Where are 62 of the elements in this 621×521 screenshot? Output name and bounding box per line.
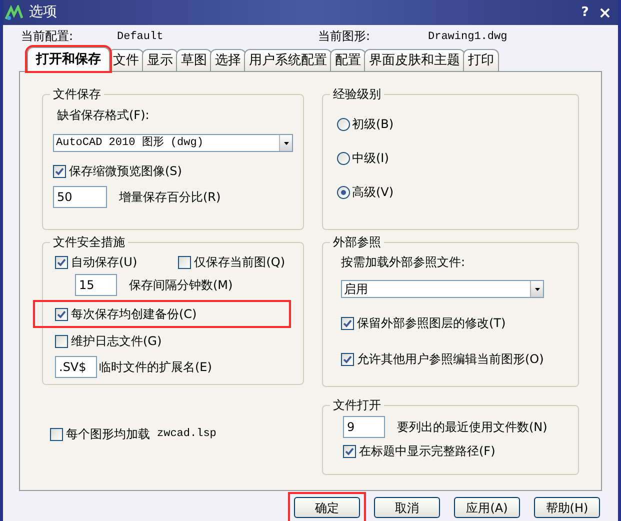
field-label: 按需加载外部参照文件:: [341, 254, 466, 271]
checkbox-label: 每个图形均加载: [66, 426, 150, 443]
group-title: 文件保存: [50, 86, 104, 102]
checkbox[interactable]: [55, 308, 68, 320]
tab[interactable]: 选择: [210, 49, 246, 71]
checkbox-label: 维护日志文件(G): [71, 333, 162, 350]
field-label: 缺省保存格式(F):: [57, 107, 150, 124]
checkbox-label: 在标题中显示完整路径(F): [359, 443, 496, 460]
checkbox[interactable]: [341, 352, 354, 366]
window-title: 选项: [29, 3, 57, 22]
checkbox[interactable]: [178, 256, 192, 268]
checkbox[interactable]: [341, 316, 354, 330]
dialog-button[interactable]: 取消: [374, 497, 440, 518]
group-title: 文件安全措施: [50, 234, 128, 250]
radio-button[interactable]: [337, 152, 350, 164]
interval-field[interactable]: 15: [75, 274, 117, 296]
field-label: 要列出的最近使用文件数(N): [397, 419, 548, 436]
percentage-field[interactable]: 50: [53, 186, 107, 208]
format-dropdown[interactable]: AutoCAD 2010 图形 (dwg): [53, 134, 293, 152]
radio-label: 初级(B): [352, 116, 394, 133]
checkbox-label: 允许其他用户参照编辑当前图形(O): [357, 351, 544, 368]
drawing-value: Drawing1.dwg: [428, 30, 508, 44]
checkbox-label: 自动保存(U): [71, 254, 138, 271]
file-name: zwcad.lsp: [157, 426, 216, 442]
tab[interactable]: 用户系统配置: [244, 49, 332, 71]
checkbox[interactable]: [50, 428, 63, 440]
dialog-button[interactable]: 确定: [294, 497, 360, 518]
checkbox[interactable]: [53, 164, 66, 178]
xref-dropdown[interactable]: 启用: [341, 280, 544, 298]
tab[interactable]: 配置: [330, 49, 366, 71]
profile-label: 当前配置:: [21, 28, 74, 45]
close-button[interactable]: ×: [594, 4, 616, 20]
dialog-button[interactable]: 帮助(H): [534, 497, 600, 518]
checkbox-label: 保留外部参照图层的修改(T): [357, 315, 506, 332]
tab[interactable]: 显示: [142, 49, 178, 71]
field-label: 临时文件的扩展名(E): [99, 359, 212, 376]
app-logo-icon: [5, 4, 23, 20]
radio-button[interactable]: [337, 118, 350, 130]
extension-field[interactable]: .SV$: [55, 356, 97, 378]
tab[interactable]: 界面皮肤和主题: [364, 49, 465, 71]
group-title: 外部参照: [330, 234, 384, 250]
tab[interactable]: 打印: [463, 49, 499, 71]
checkbox[interactable]: [55, 256, 68, 268]
radio-button[interactable]: [337, 186, 350, 198]
help-button[interactable]: ?: [576, 2, 594, 22]
tab[interactable]: 草图: [176, 49, 212, 71]
checkbox-label: 保存缩微预览图像(S): [69, 163, 182, 180]
group-title: 经验级别: [330, 86, 384, 102]
radio-label: 高级(V): [352, 184, 394, 201]
dialog-button[interactable]: 应用(A): [454, 497, 520, 518]
radio-label: 中级(I): [352, 150, 389, 167]
checkbox[interactable]: [55, 334, 68, 348]
recent-files-field[interactable]: 9: [343, 416, 385, 438]
checkbox-label: 每次保存均创建备份(C): [71, 306, 197, 323]
field-label: 保存间隔分钟数(M): [129, 277, 233, 294]
drawing-label: 当前图形:: [318, 28, 372, 45]
checkbox[interactable]: [343, 444, 356, 458]
checkbox-label: 仅保存当前图(Q): [194, 254, 285, 271]
field-label: 增量保存百分比(R): [119, 189, 221, 206]
tab[interactable]: 打开和保存: [27, 47, 110, 71]
profile-value: Default: [117, 30, 164, 44]
group-title: 文件打开: [330, 397, 384, 413]
